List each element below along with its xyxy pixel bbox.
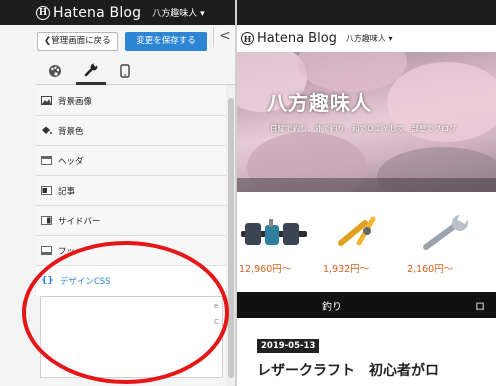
preview-hatena-header: H Hatena Blog 八方趣味人 ▾	[237, 25, 496, 52]
back-to-dashboard-button[interactable]: ❮管理画面に戻る	[37, 32, 118, 51]
blog-preview: H Hatena Blog 八方趣味人 ▾ 八方趣味人 日曜で釣り、外で釣り、和…	[237, 0, 496, 386]
hatena-logo-icon: H	[36, 5, 50, 20]
menu-item-background-color[interactable]: 背景色	[36, 116, 226, 146]
palette-icon	[49, 65, 61, 77]
wrench-icon	[84, 62, 98, 77]
hatena-logo-icon: H	[241, 32, 254, 45]
product-pipe-cutter[interactable]	[329, 213, 399, 253]
editor-toolbar: ❮管理画面に戻る 変更を保存する	[0, 25, 235, 57]
wrench-icon	[423, 213, 469, 250]
preview-brand-name[interactable]: Hatena Blog	[257, 31, 337, 46]
pipe-cutter-icon	[338, 216, 376, 246]
brand-name[interactable]: Hatena Blog	[53, 5, 141, 21]
hero-shadow	[237, 178, 496, 192]
product-price[interactable]: 2,160円〜	[407, 261, 453, 275]
footer-layout-icon	[41, 246, 52, 255]
collapse-panel-button[interactable]: <	[213, 27, 235, 47]
header-layout-icon	[41, 156, 52, 165]
menu-item-header[interactable]: ヘッダ	[36, 146, 226, 176]
blog-header-image: 八方趣味人 日曜で釣り、外で釣り、和でＤＩＹして、部屋でブログ	[237, 52, 496, 192]
product-price[interactable]: 12,960円〜	[239, 261, 291, 275]
menu-item-label: 背景画像	[58, 96, 93, 107]
tab-smartphone[interactable]	[110, 57, 140, 85]
red-annotation-circle	[22, 241, 229, 384]
blog-title[interactable]: 八方趣味人	[267, 87, 372, 116]
post-date-badge[interactable]: 2019-05-13	[257, 339, 320, 353]
tab-customize[interactable]	[76, 57, 106, 85]
post-title[interactable]: レザークラフト 初心者がロ	[257, 360, 439, 380]
save-changes-button[interactable]: 変更を保存する	[125, 32, 207, 51]
image-icon	[41, 96, 52, 105]
hatena-topbar: H Hatena Blog 八方趣味人 ▾	[0, 0, 235, 25]
preview-user-menu[interactable]: 八方趣味人 ▾	[346, 33, 393, 44]
menu-item-sidebar[interactable]: サイドバー	[36, 206, 226, 236]
menu-item-background-image[interactable]: 背景画像	[36, 86, 226, 116]
blog-design-editor: H Hatena Blog 八方趣味人 ▾ ❮管理画面に戻る 変更を保存する <…	[0, 0, 496, 386]
article-layout-icon	[41, 186, 52, 195]
product-wrench[interactable]	[412, 213, 482, 253]
sidebar-layout-icon	[41, 216, 52, 225]
tab-palette[interactable]	[40, 57, 70, 85]
smartphone-icon	[120, 64, 130, 78]
menu-item-label: 背景色	[58, 126, 84, 137]
panel-scrollbar-thumb[interactable]	[228, 98, 234, 378]
editor-tabs	[36, 57, 235, 85]
paint-bucket-icon	[42, 126, 52, 134]
menu-item-article[interactable]: 記事	[36, 176, 226, 206]
menu-item-label: サイドバー	[58, 216, 101, 227]
product-tool-belt[interactable]	[239, 213, 309, 253]
nav-item-fishing[interactable]: 釣り	[322, 298, 342, 313]
product-price[interactable]: 1,932円〜	[323, 261, 369, 275]
menu-item-label: ヘッダ	[58, 156, 84, 167]
nav-item-truncated[interactable]: ロ	[475, 298, 485, 313]
tool-belt-icon	[241, 219, 307, 245]
blog-category-nav: 釣り ロ	[237, 292, 496, 318]
user-menu[interactable]: 八方趣味人 ▾	[152, 6, 204, 19]
blog-subtitle: 日曜で釣り、外で釣り、和でＤＩＹして、部屋でブログ	[270, 124, 457, 133]
menu-item-label: 記事	[58, 186, 76, 197]
preview-topbar-spacer	[237, 0, 496, 25]
